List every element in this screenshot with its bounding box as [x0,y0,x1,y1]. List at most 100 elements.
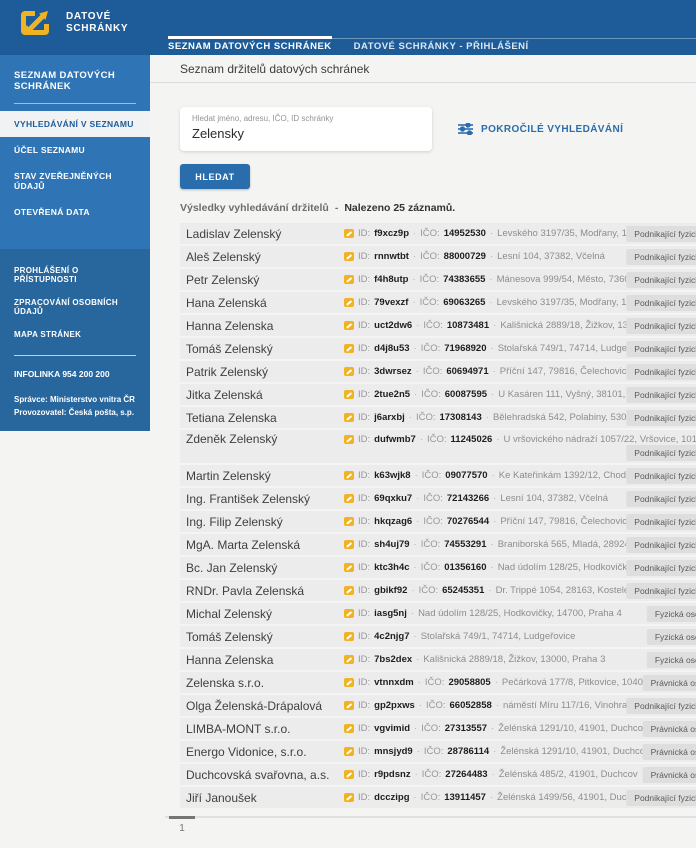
sidebar-item-vyhledavani-v-seznamu[interactable]: VYHLEDÁVÁNÍ V SEZNAMU [0,111,150,137]
id-label: ID: [358,297,370,308]
result-row[interactable]: Tomáš Zelenský ID: 4c2njg7 · Stolařská 7… [180,626,696,647]
result-row[interactable]: RNDr. Pavla Zelenská ID: gbikf92 · IČO: … [180,580,696,601]
holder-info: ID: 7bs2dex · Kališnická 2889/18, Žižkov… [344,654,605,665]
separator-dot: · [493,746,496,757]
sidebar-link-mapa-stranek[interactable]: MAPA STRÁNEK [0,323,150,346]
top-navigation: SEZNAM DATOVÝCH SCHRÁNEK DATOVÉ SCHRÁNKY… [168,38,696,55]
result-row[interactable]: Ing. Filip Zelenský ID: hkqzag6 · IČO: 7… [180,511,696,532]
infoline: INFOLINKA 954 200 200 [0,364,150,384]
result-row[interactable]: Martin Zelenský ID: k63wjk8 · IČO: 09077… [180,465,696,486]
result-row[interactable]: Jiří Janoušek ID: dcczipg · IČO: 1391145… [180,787,696,808]
separator-dot: · [491,389,494,400]
sidebar-item-stav-zverejnenych-udaju[interactable]: STAV ZVEŘEJNĚNÝCH ÚDAJŮ [0,163,150,199]
brand-logo[interactable]: DATOVÉ SCHRÁNKY [18,8,128,38]
ico-number: 27264483 [445,769,487,780]
result-row-line: Patrik Zelenský ID: 3dwrsez · IČO: 60694… [180,361,696,382]
result-row-line: Petr Zelenský ID: f4h8utp · IČO: 7438365… [180,269,696,290]
holder-name: Ing. Filip Zelenský [186,515,344,529]
badge-wrap: Podnikající fyzická osoba [626,223,696,244]
databox-id: sh4uj79 [374,539,409,550]
separator-dot: · [490,792,493,803]
result-row[interactable]: Ladislav Zelenský ID: f9xcz9p · IČO: 149… [180,223,696,244]
result-row[interactable]: Olga Želenská-Drápalová ID: gp2pxws · IČ… [180,695,696,716]
databox-icon [344,298,354,307]
result-row[interactable]: Zelenska s.r.o. ID: vtnnxdm · IČO: 29058… [180,672,696,693]
databox-id: iasg5nj [374,608,407,619]
databox-id: 69qxku7 [374,493,412,504]
databox-id: f4h8utp [374,274,408,285]
badge-wrap: Podnikající fyzická osoba [626,557,696,578]
result-row[interactable]: Bc. Jan Zelenský ID: ktc3h4c · IČO: 0135… [180,557,696,578]
databox-icon [344,390,354,399]
badge-wrap: Podnikající fyzická osoba [626,445,696,461]
separator-dot: · [416,516,419,527]
search-input-label: Hledat jméno, adresu, IČO, ID schránky [192,114,333,123]
databox-id: dcczipg [374,792,409,803]
holder-address: Želénská 1291/10, 41901, Duchcov [500,746,649,757]
databox-id: vtnnxdm [374,677,414,688]
holder-type-badge: Podnikající fyzická osoba [626,445,696,461]
sidebar-item-ucel-seznamu[interactable]: ÚČEL SEZNAMU [0,137,150,163]
result-row-line: Tetiana Zelenska ID: j6arxbj · IČO: 1730… [180,407,696,428]
ico-number: 09077570 [445,470,487,481]
holder-type-badge: Právnická osoba [643,675,696,691]
result-row[interactable]: Tetiana Zelenska ID: j6arxbj · IČO: 1730… [180,407,696,428]
result-row[interactable]: Hanna Zelenska ID: uct2dw6 · IČO: 108734… [180,315,696,336]
separator-dot: · [420,434,423,445]
holder-name: Tetiana Zelenska [186,411,344,425]
result-row[interactable]: Zdeněk Zelenský ID: dufwmb7 · IČO: 11245… [180,430,696,463]
id-label: ID: [358,608,370,619]
result-row[interactable]: MgA. Marta Zelenská ID: sh4uj79 · IČO: 7… [180,534,696,555]
databox-id: gp2pxws [374,700,415,711]
pagination-active-indicator[interactable] [169,816,195,819]
result-row[interactable]: Energo Vidonice, s.r.o. ID: mnsjyd9 · IČ… [180,741,696,762]
result-row[interactable]: Michal Zelenský ID: iasg5nj · Nad údolím… [180,603,696,624]
search-row: Hledat jméno, adresu, IČO, ID schránky Z… [180,107,696,151]
badge-wrap: Podnikající fyzická osoba [626,361,696,382]
sidebar-link-prohlaseni-o-pristupnosti[interactable]: PROHLÁŠENÍ O PŘÍSTUPNOSTI [0,259,150,291]
sidebar-nav: VYHLEDÁVÁNÍ V SEZNAMU ÚČEL SEZNAMU STAV … [0,111,150,225]
result-row[interactable]: Duchcovská svařovna, a.s. ID: r9pdsnz · … [180,764,696,785]
databox-id: 4c2njg7 [374,631,409,642]
ico-label: IČO: [420,274,440,285]
ico-number: 60087595 [445,389,487,400]
ico-number: 69063265 [443,297,485,308]
advanced-search-link[interactable]: POKROČILÉ VYHLEDÁVÁNÍ [458,123,623,135]
databox-icon [344,471,354,480]
holder-type-badge: Podnikající fyzická osoba [626,318,696,334]
holder-type-badge: Podnikající fyzická osoba [626,249,696,265]
result-row[interactable]: Hanna Zelenska ID: 7bs2dex · Kališnická … [180,649,696,670]
ico-label: IČO: [420,297,440,308]
result-row[interactable]: LIMBA-MONT s.r.o. ID: vgvimid · IČO: 273… [180,718,696,739]
id-label: ID: [358,562,370,573]
result-row[interactable]: Jitka Zelenská ID: 2tue2n5 · IČO: 600875… [180,384,696,405]
result-row[interactable]: Petr Zelenský ID: f4h8utp · IČO: 7438365… [180,269,696,290]
search-button[interactable]: HLEDAT [180,164,250,189]
badge-wrap: Právnická osoba [643,718,696,739]
result-row[interactable]: Hana Zelenská ID: 79vexzf · IČO: 6906326… [180,292,696,313]
result-row[interactable]: Ing. František Zelenský ID: 69qxku7 · IČ… [180,488,696,509]
ico-number: 66052858 [450,700,492,711]
separator-dot: · [414,539,417,550]
search-input[interactable]: Hledat jméno, adresu, IČO, ID schránky Z… [180,107,432,151]
result-row[interactable]: Tomáš Zelenský ID: d4j8u53 · IČO: 719689… [180,338,696,359]
badge-wrap: Podnikající fyzická osoba [626,580,696,601]
holder-name: Hanna Zelenska [186,653,344,667]
databox-icon [344,609,354,618]
tab-datove-schranky-prihlaseni[interactable]: DATOVÉ SCHRÁNKY - PŘIHLÁŠENÍ [354,39,529,55]
holder-address: Kališnická 2889/18, Žižkov, 13000, Praha… [423,654,605,665]
sidebar: SEZNAM DATOVÝCH SCHRÁNEK VYHLEDÁVÁNÍ V S… [0,55,150,400]
holder-type-badge: Podnikající fyzická osoba [626,537,696,553]
ico-number: 28786114 [447,746,489,757]
separator-dot: · [493,320,496,331]
holder-info: ID: f4h8utp · IČO: 74383655 · Mánesova 9… [344,274,673,285]
sidebar-link-zpracovani-osobnich-udaju[interactable]: ZPRACOVÁNÍ OSOBNÍCH ÚDAJŮ [0,291,150,323]
holder-type-badge: Podnikající fyzická osoba [626,514,696,530]
ico-label: IČO: [427,434,447,445]
pagination-page-1[interactable]: 1 [169,818,195,834]
result-row[interactable]: Patrik Zelenský ID: 3dwrsez · IČO: 60694… [180,361,696,382]
sidebar-title: SEZNAM DATOVÝCH SCHRÁNEK [0,55,150,103]
tab-seznam-datovych-schranek[interactable]: SEZNAM DATOVÝCH SCHRÁNEK [168,39,332,55]
result-row[interactable]: Aleš Zelenský ID: rnnwtbt · IČO: 8800072… [180,246,696,267]
sidebar-item-otevrena-data[interactable]: OTEVŘENÁ DATA [0,199,150,225]
